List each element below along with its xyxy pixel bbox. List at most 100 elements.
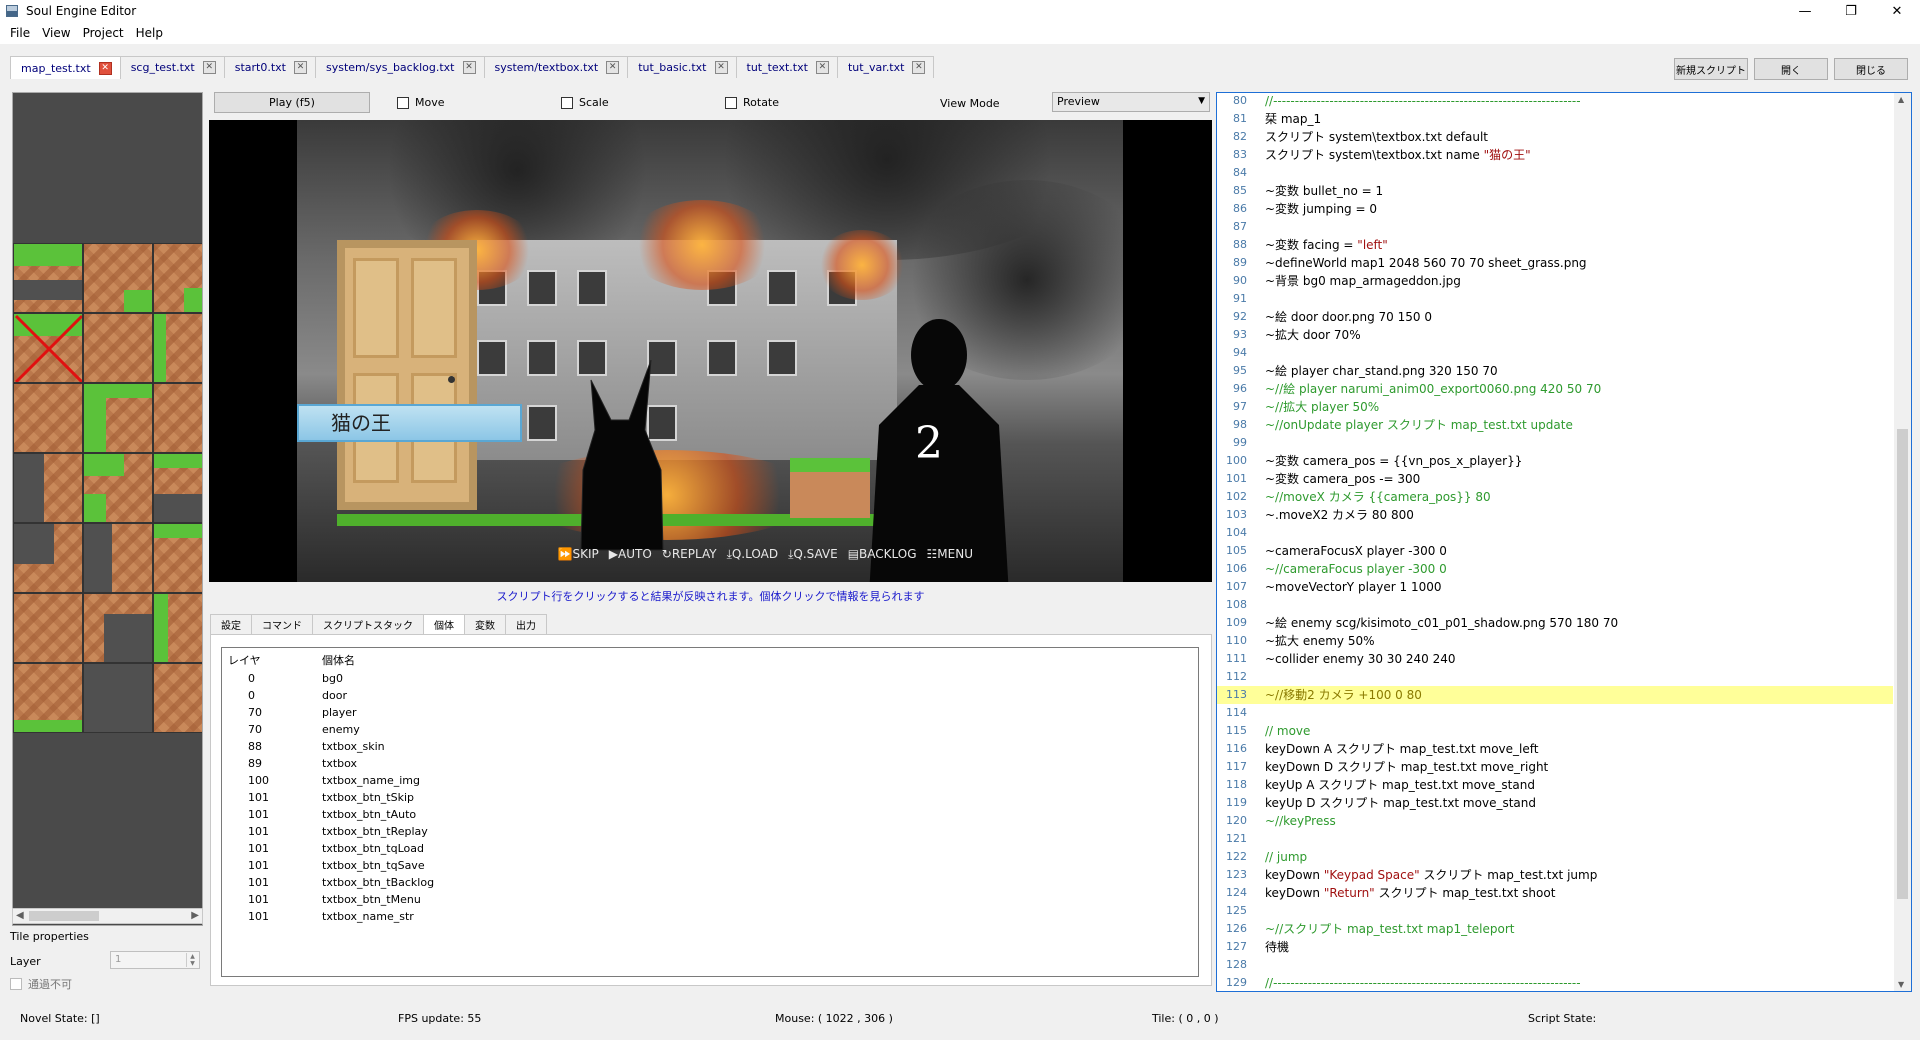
table-row[interactable]: 101 txtbox_btn_tSkip — [222, 789, 1198, 806]
code-line[interactable]: 108 — [1217, 596, 1893, 614]
scale-checkbox[interactable]: Scale — [561, 96, 609, 109]
code-line[interactable]: 125 — [1217, 902, 1893, 920]
menu-help[interactable]: Help — [130, 26, 169, 40]
file-tab[interactable]: tut_text.txt ✕ — [735, 56, 838, 78]
code-line[interactable]: 95 ~絵 player char_stand.png 320 150 70 — [1217, 362, 1893, 380]
tile[interactable] — [13, 663, 83, 733]
bottom-tab[interactable]: 変数 — [464, 614, 506, 634]
close-window-button[interactable]: ✕ — [1874, 0, 1920, 22]
scroll-down-icon[interactable]: ▼ — [1898, 980, 1904, 989]
table-row[interactable]: 100 txtbox_name_img — [222, 772, 1198, 789]
code-line[interactable]: 106 ~//cameraFocus player -300 0 — [1217, 560, 1893, 578]
table-row[interactable]: 101 txtbox_btn_tBacklog — [222, 874, 1198, 891]
bottom-tab[interactable]: スクリプトスタック — [312, 614, 424, 634]
tile[interactable] — [153, 243, 202, 313]
object-table[interactable]: レイヤ 個体名 0 bg0 0 door 70 player 70 enemy 88 txtbox… — [221, 647, 1199, 977]
table-row[interactable]: 101 txtbox_btn_tqLoad — [222, 840, 1198, 857]
code-line[interactable]: 118 keyUp A スクリプト map_test.txt move_stand — [1217, 776, 1893, 794]
code-line[interactable]: 93 ~拡大 door 70% — [1217, 326, 1893, 344]
table-row[interactable]: 70 enemy — [222, 721, 1198, 738]
tile[interactable] — [83, 663, 153, 733]
file-tab[interactable]: tut_var.txt ✕ — [836, 56, 935, 78]
code-line[interactable]: 98 ~//onUpdate player スクリプト map_test.txt … — [1217, 416, 1893, 434]
game-button[interactable]: ⏩SKIP — [558, 547, 599, 562]
scroll-up-icon[interactable]: ▲ — [1898, 95, 1904, 104]
game-preview[interactable]: 2 猫の王 ⏩SKIP ▶AUTO ↻REPLAY ⤓Q.LOAD ⤓Q.SAVE ▤BA… — [209, 120, 1212, 582]
code-line[interactable]: 111 ~collider enemy 30 30 240 240 — [1217, 650, 1893, 668]
tile[interactable] — [83, 383, 153, 453]
game-button[interactable]: ▶AUTO — [609, 547, 652, 562]
game-button[interactable]: ☷MENU — [927, 547, 973, 562]
spin-arrows-icon[interactable]: ▲ ▼ — [186, 953, 198, 967]
layer-spinbox[interactable]: 1 ▲ ▼ — [110, 951, 200, 969]
code-line[interactable]: 112 — [1217, 668, 1893, 686]
play-button[interactable]: Play (f5) — [214, 92, 370, 113]
minimize-button[interactable]: — — [1782, 0, 1828, 22]
tile[interactable] — [83, 453, 153, 523]
file-tab[interactable]: start0.txt ✕ — [223, 56, 316, 78]
menu-project[interactable]: Project — [77, 26, 130, 40]
tile[interactable] — [13, 593, 83, 663]
game-button[interactable]: ⤓Q.SAVE — [788, 547, 838, 562]
tile-horizontal-scrollbar[interactable]: ◀ ▶ — [12, 908, 203, 924]
tile[interactable] — [13, 523, 83, 593]
code-line[interactable]: 122 // jump — [1217, 848, 1893, 866]
new-script-button[interactable]: 新規スクリプト — [1674, 58, 1748, 80]
code-line[interactable]: 105 ~cameraFocusX player -300 0 — [1217, 542, 1893, 560]
table-row[interactable]: 101 txtbox_name_str — [222, 908, 1198, 925]
code-line[interactable]: 126 ~//スクリプト map_test.txt map1_teleport — [1217, 920, 1893, 938]
code-line[interactable]: 121 — [1217, 830, 1893, 848]
table-row[interactable]: 0 bg0 — [222, 670, 1198, 687]
code-line[interactable]: 120 ~//keyPress — [1217, 812, 1893, 830]
game-button[interactable]: ▤BACKLOG — [848, 547, 917, 562]
file-tab[interactable]: system/sys_backlog.txt ✕ — [315, 56, 485, 78]
scroll-right-icon[interactable]: ▶ — [191, 909, 199, 923]
tile[interactable] — [153, 523, 202, 593]
code-line[interactable]: 99 — [1217, 434, 1893, 452]
bottom-tab[interactable]: 出力 — [505, 614, 547, 634]
tile[interactable] — [153, 453, 202, 523]
code-line[interactable]: 97 ~//拡大 player 50% — [1217, 398, 1893, 416]
bottom-tab[interactable]: コマンド — [251, 614, 313, 634]
code-line[interactable]: 115 // move — [1217, 722, 1893, 740]
tile[interactable] — [13, 453, 83, 523]
checkbox-icon[interactable] — [725, 96, 737, 109]
column-layer[interactable]: レイヤ — [222, 652, 322, 668]
scroll-left-icon[interactable]: ◀ — [16, 909, 24, 923]
editor-vertical-scrollbar[interactable]: ▲ ▼ — [1894, 93, 1911, 991]
tile-grid[interactable] — [13, 243, 202, 733]
table-row[interactable]: 101 txtbox_btn_tReplay — [222, 823, 1198, 840]
code-line[interactable]: 101 ~変数 camera_pos -= 300 — [1217, 470, 1893, 488]
open-button[interactable]: 開く — [1754, 58, 1828, 80]
code-line[interactable]: 96 ~//絵 player narumi_anim00_export0060.p… — [1217, 380, 1893, 398]
table-row[interactable]: 88 txtbox_skin — [222, 738, 1198, 755]
code-line[interactable]: 86 ~変数 jumping = 0 — [1217, 200, 1893, 218]
code-line[interactable]: 100 ~変数 camera_pos = {{vn_pos_x_player}} — [1217, 452, 1893, 470]
code-line[interactable]: 94 — [1217, 344, 1893, 362]
tile-selected[interactable] — [13, 313, 83, 383]
code-line[interactable]: 104 — [1217, 524, 1893, 542]
tile-palette[interactable] — [12, 92, 203, 926]
file-tab[interactable]: map_test.txt ✕ — [10, 56, 121, 79]
table-row[interactable]: 101 txtbox_btn_tMenu — [222, 891, 1198, 908]
close-tab-icon[interactable]: ✕ — [202, 61, 216, 74]
tile[interactable] — [83, 523, 153, 593]
code-line[interactable]: 82 スクリプト system\textbox.txt default — [1217, 128, 1893, 146]
code-line[interactable]: 89 ~defineWorld map1 2048 560 70 70 sheet… — [1217, 254, 1893, 272]
close-tab-icon[interactable]: ✕ — [98, 61, 112, 75]
table-row[interactable]: 89 txtbox — [222, 755, 1198, 772]
checkbox-icon[interactable] — [561, 96, 573, 109]
checkbox-icon[interactable] — [10, 978, 22, 990]
game-button[interactable]: ⤓Q.LOAD — [727, 547, 779, 562]
tile[interactable] — [153, 663, 202, 733]
game-scene[interactable]: 2 猫の王 ⏩SKIP ▶AUTO ↻REPLAY ⤓Q.LOAD ⤓Q.SAVE ▤BA… — [297, 120, 1123, 582]
code-line[interactable]: 83 スクリプト system\textbox.txt name "猫の王" — [1217, 146, 1893, 164]
scrollbar-thumb[interactable] — [1897, 429, 1908, 899]
bottom-tab[interactable]: 個体 — [423, 614, 465, 634]
tile[interactable] — [153, 383, 202, 453]
tile[interactable] — [153, 593, 202, 663]
scrollbar-thumb[interactable] — [29, 911, 99, 921]
code-line[interactable]: 109 ~絵 enemy scg/kisimoto_c01_p01_shadow.… — [1217, 614, 1893, 632]
menu-file[interactable]: File — [4, 26, 36, 40]
code-line[interactable]: 117 keyDown D スクリプト map_test.txt move_rig… — [1217, 758, 1893, 776]
